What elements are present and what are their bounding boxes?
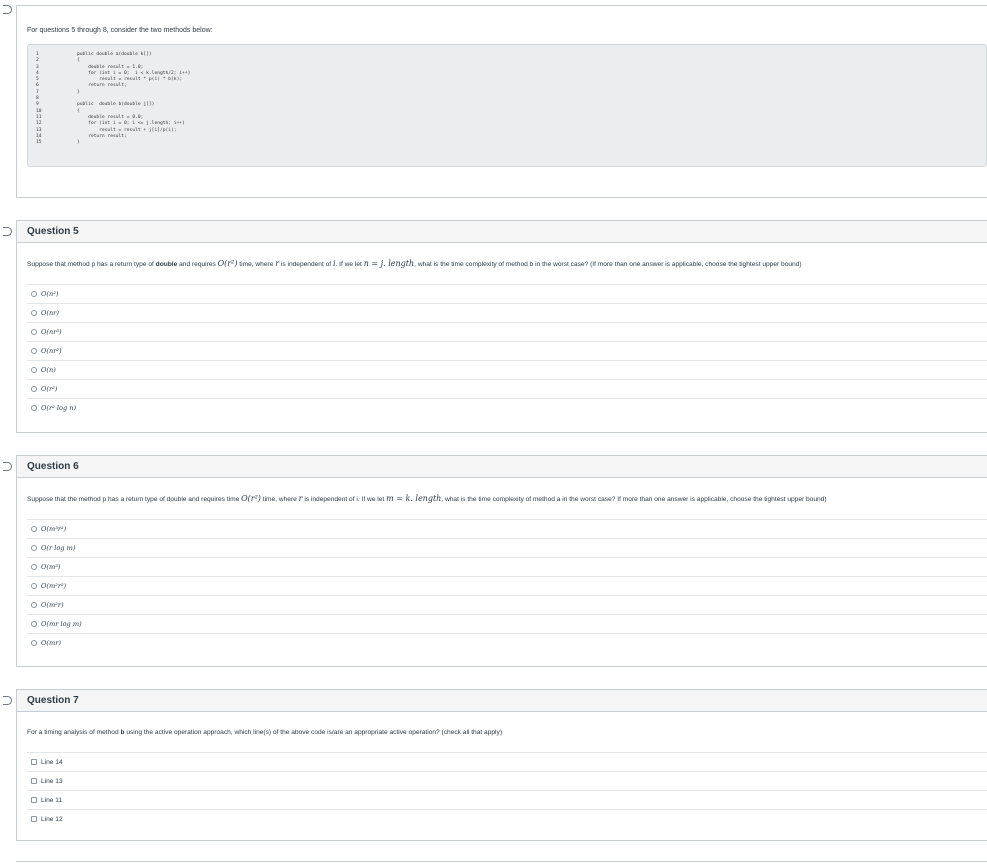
answer-option[interactable]: O(m³r²): [27, 519, 987, 538]
bookmark-icon[interactable]: [3, 227, 12, 236]
answer-option[interactable]: Line 12: [27, 809, 987, 828]
answer-option[interactable]: Line 11: [27, 790, 987, 809]
answer-list: Line 14 Line 13 Line 11 Line 12: [27, 752, 987, 828]
answer-option[interactable]: O(r² log n): [27, 398, 987, 417]
answer-option[interactable]: O(r²): [27, 379, 987, 398]
radio-button[interactable]: [31, 583, 37, 589]
bookmark-icon[interactable]: [3, 696, 12, 705]
question-title: Question 5: [17, 221, 987, 243]
bookmark-icon[interactable]: [3, 462, 12, 471]
radio-button[interactable]: [31, 602, 37, 608]
line-number: 15: [36, 140, 42, 146]
answer-option[interactable]: O(mr): [27, 633, 987, 652]
answer-option[interactable]: O(n²): [27, 284, 987, 303]
checkbox[interactable]: [31, 797, 37, 803]
answer-option[interactable]: Line 13: [27, 771, 987, 790]
radio-button[interactable]: [31, 564, 37, 570]
code-lines: public double a(double k[]) { double res…: [77, 52, 190, 146]
question-title: Question 6: [17, 456, 987, 478]
radio-button[interactable]: [31, 526, 37, 532]
radio-button[interactable]: [31, 386, 37, 392]
answer-list: O(m³r²) O(r log m) O(m³) O(m²r²) O(m²r) …: [27, 519, 987, 652]
checkbox[interactable]: [31, 759, 37, 765]
question-text: For a timing analysis of method b using …: [27, 729, 503, 736]
question-5-card: Question 5 Suppose that method p has a r…: [16, 220, 987, 433]
code-line: result = result + j[i]/p(i);: [77, 127, 177, 133]
radio-button[interactable]: [31, 310, 37, 316]
radio-button[interactable]: [31, 640, 37, 646]
answer-option[interactable]: O(r log m): [27, 538, 987, 557]
checkbox[interactable]: [31, 778, 37, 784]
answer-option[interactable]: O(n): [27, 360, 987, 379]
code-line: }: [77, 140, 80, 146]
answer-option[interactable]: Line 14: [27, 752, 987, 771]
next-card-edge: [16, 861, 987, 866]
answer-option[interactable]: O(nr): [27, 303, 987, 322]
radio-button[interactable]: [31, 291, 37, 297]
radio-button[interactable]: [31, 545, 37, 551]
code-block: 1 2 3 4 5 6 7 8 9 10 11 12 13 14 15 publ…: [27, 44, 987, 167]
answer-option[interactable]: O(m²r²): [27, 576, 987, 595]
intro-card: For questions 5 through 8, consider the …: [16, 5, 987, 198]
question-6-card: Question 6 Suppose that the method p has…: [16, 455, 987, 667]
answer-option[interactable]: O(nr²): [27, 341, 987, 360]
answer-option[interactable]: O(m²r): [27, 595, 987, 614]
question-text: Suppose that method p has a return type …: [27, 259, 802, 268]
intro-text: For questions 5 through 8, consider the …: [27, 27, 213, 34]
answer-option[interactable]: O(m³): [27, 557, 987, 576]
radio-button[interactable]: [31, 348, 37, 354]
radio-button[interactable]: [31, 329, 37, 335]
line-numbers: 1 2 3 4 5 6 7 8 9 10 11 12 13 14 15: [36, 52, 50, 146]
question-title: Question 7: [17, 690, 987, 712]
answer-option[interactable]: O(mr log m): [27, 614, 987, 633]
radio-button[interactable]: [31, 405, 37, 411]
code-line: for (int i = 0; i <= j.length; i++): [77, 121, 185, 127]
checkbox[interactable]: [31, 816, 37, 822]
answer-option[interactable]: O(nr³): [27, 322, 987, 341]
answer-list: O(n²) O(nr) O(nr³) O(nr²) O(n) O(r²) O(r…: [27, 284, 987, 417]
question-7-card: Question 7 For a timing analysis of meth…: [16, 689, 987, 841]
radio-button[interactable]: [31, 367, 37, 373]
radio-button[interactable]: [31, 621, 37, 627]
question-text: Suppose that the method p has a return t…: [27, 494, 827, 503]
bookmark-icon[interactable]: [3, 5, 12, 14]
